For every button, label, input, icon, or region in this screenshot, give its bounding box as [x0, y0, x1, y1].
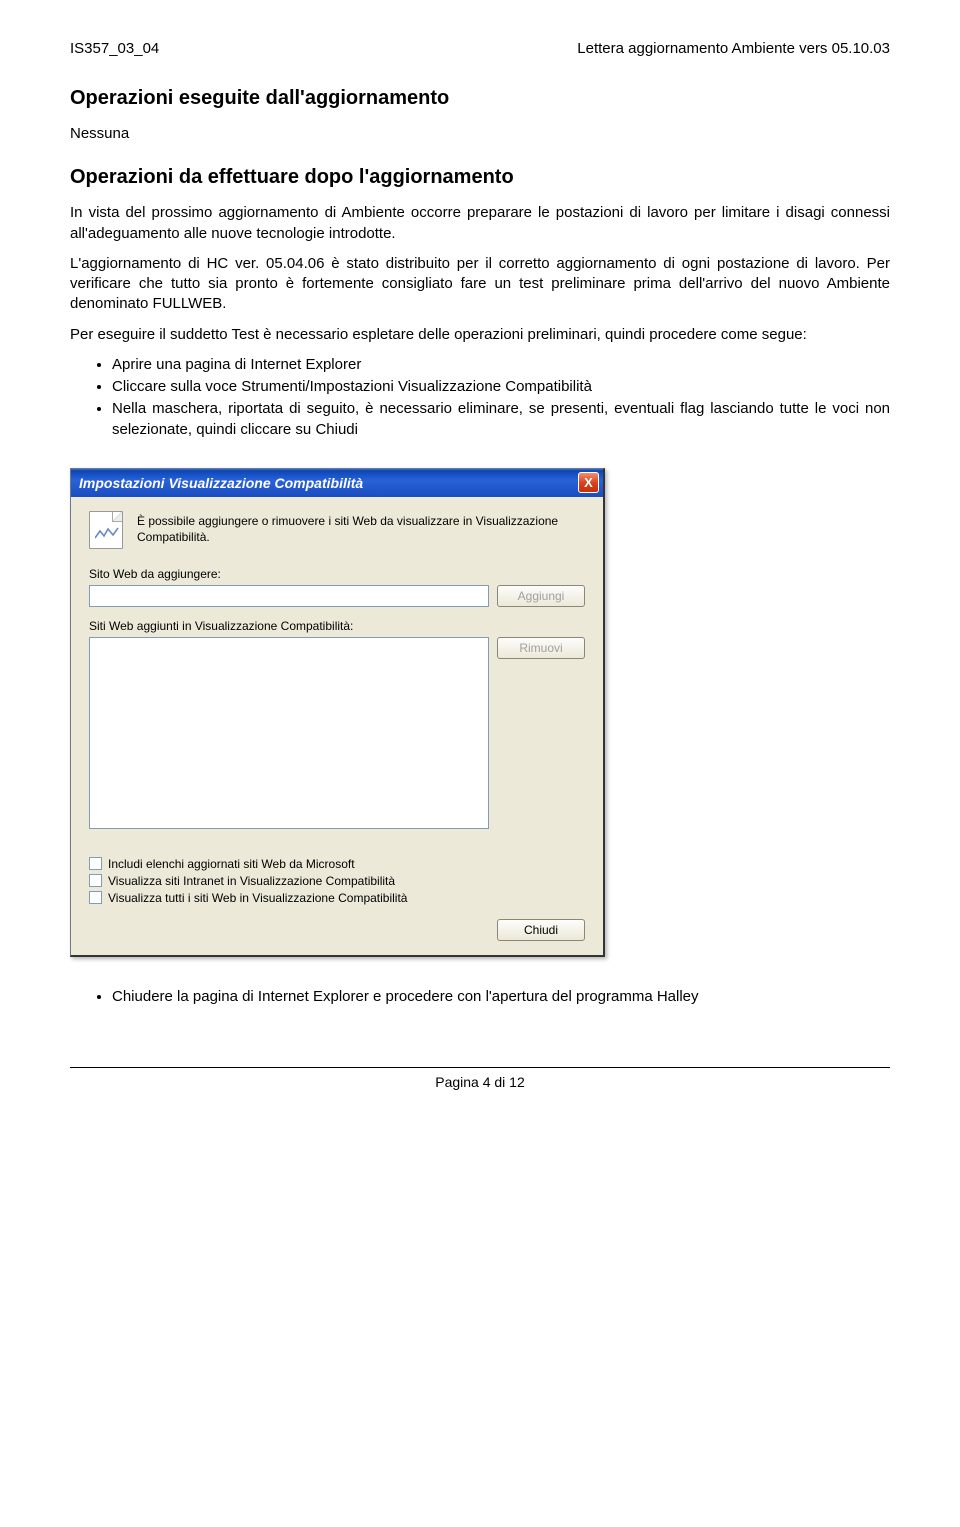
dialog-intro: È possibile aggiungere o rimuovere i sit…: [137, 511, 585, 549]
checkbox-microsoft-lists[interactable]: [89, 857, 102, 870]
after-list: Chiudere la pagina di Internet Explorer …: [70, 987, 890, 1007]
compatibility-dialog: Impostazioni Visualizzazione Compatibili…: [70, 468, 605, 957]
list-item: Chiudere la pagina di Internet Explorer …: [112, 987, 890, 1007]
site-to-add-label: Sito Web da aggiungere:: [89, 567, 585, 581]
page-header: IS357_03_04 Lettera aggiornamento Ambien…: [70, 40, 890, 57]
doc-id: IS357_03_04: [70, 40, 159, 57]
remove-button[interactable]: Rimuovi: [497, 637, 585, 659]
list-item: Aprire una pagina di Internet Explorer: [112, 355, 890, 375]
section2-para3: Per eseguire il suddetto Test è necessar…: [70, 325, 890, 345]
section2-para1: In vista del prossimo aggiornamento di A…: [70, 203, 890, 244]
instructions-list: Aprire una pagina di Internet Explorer C…: [70, 355, 890, 440]
list-item: Cliccare sulla voce Strumenti/Impostazio…: [112, 377, 890, 397]
dialog-title: Impostazioni Visualizzazione Compatibili…: [79, 475, 363, 491]
checkbox-all-sites[interactable]: [89, 891, 102, 904]
site-input[interactable]: [89, 585, 489, 607]
section2-title: Operazioni da effettuare dopo l'aggiorna…: [70, 166, 890, 189]
section1-title: Operazioni eseguite dall'aggiornamento: [70, 87, 890, 110]
list-item: Nella maschera, riportata di seguito, è …: [112, 399, 890, 440]
section2-para2: L'aggiornamento di HC ver. 05.04.06 è st…: [70, 254, 890, 315]
section1-body: Nessuna: [70, 124, 890, 144]
sites-listbox[interactable]: [89, 637, 489, 829]
close-button[interactable]: Chiudi: [497, 919, 585, 941]
checkbox-label: Visualizza siti Intranet in Visualizzazi…: [108, 874, 395, 888]
checkbox-label: Includi elenchi aggiornati siti Web da M…: [108, 857, 355, 871]
checkbox-intranet[interactable]: [89, 874, 102, 887]
add-button[interactable]: Aggiungi: [497, 585, 585, 607]
dialog-titlebar: Impostazioni Visualizzazione Compatibili…: [71, 469, 603, 497]
doc-title: Lettera aggiornamento Ambiente vers 05.1…: [577, 40, 890, 57]
page-footer: Pagina 4 di 12: [70, 1067, 890, 1090]
close-icon[interactable]: X: [578, 472, 599, 493]
page-broken-icon: [89, 511, 123, 549]
added-sites-label: Siti Web aggiunti in Visualizzazione Com…: [89, 619, 585, 633]
checkbox-label: Visualizza tutti i siti Web in Visualizz…: [108, 891, 407, 905]
